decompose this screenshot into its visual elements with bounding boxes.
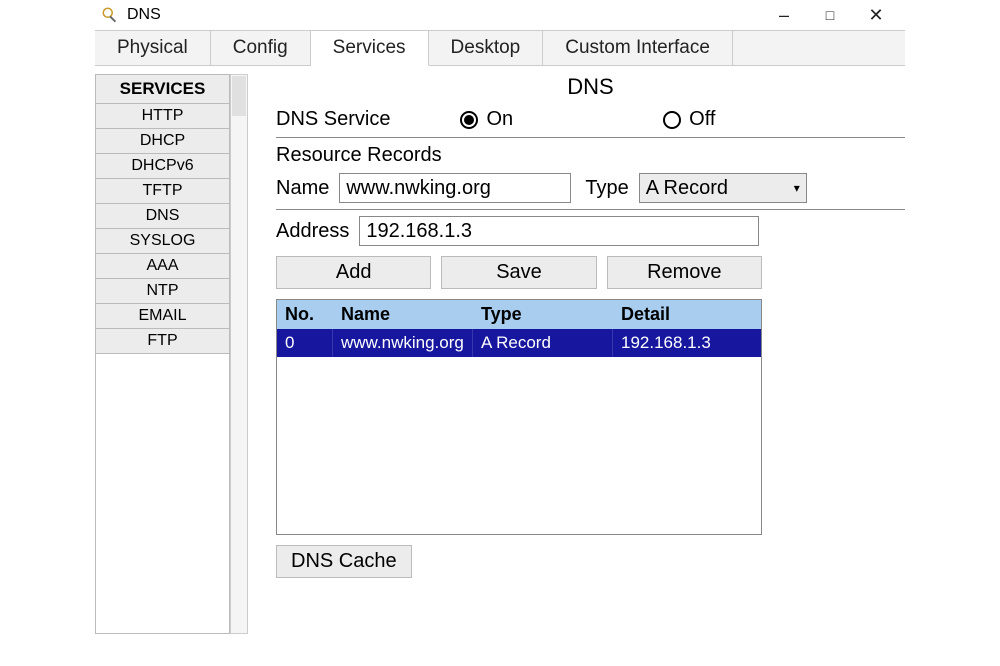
type-select-value: A Record [646,177,728,200]
radio-on[interactable]: On [460,108,513,131]
type-label: Type [585,177,628,200]
radio-on-dot [460,111,478,129]
maximize-button[interactable]: □ [807,0,853,30]
radio-off[interactable]: Off [663,108,715,131]
name-label: Name [276,177,329,200]
tab-physical[interactable]: Physical [95,31,211,65]
sidebar-item-aaa[interactable]: AAA [96,254,229,279]
add-button[interactable]: Add [276,256,431,289]
name-input[interactable] [339,173,571,203]
sidebar-scrollbar[interactable] [230,74,248,634]
sidebar-item-ntp[interactable]: NTP [96,279,229,304]
sidebar-item-http[interactable]: HTTP [96,104,229,129]
col-header-type[interactable]: Type [473,300,613,329]
col-header-detail[interactable]: Detail [613,300,761,329]
sidebar-item-dns[interactable]: DNS [96,204,229,229]
sidebar-item-dhcp[interactable]: DHCP [96,129,229,154]
radio-on-label: On [486,108,513,131]
radio-off-label: Off [689,108,715,131]
scrollbar-thumb[interactable] [232,76,246,116]
window-title: DNS [127,6,161,24]
minimize-button[interactable]: – [761,0,807,30]
services-list: SERVICES HTTP DHCP DHCPv6 TFTP DNS SYSLO… [95,74,230,634]
sidebar-item-email[interactable]: EMAIL [96,304,229,329]
sidebar-item-syslog[interactable]: SYSLOG [96,229,229,254]
app-icon [101,6,119,24]
radio-off-dot [663,111,681,129]
sidebar-item-tftp[interactable]: TFTP [96,179,229,204]
records-table: No. Name Type Detail 0 www.nwking.org A … [276,299,762,535]
tab-bar: Physical Config Services Desktop Custom … [95,30,905,66]
tab-config[interactable]: Config [211,31,311,65]
sidebar-item-dhcpv6[interactable]: DHCPv6 [96,154,229,179]
titlebar: DNS – □ ✕ [95,0,905,30]
save-button[interactable]: Save [441,256,596,289]
cell-detail: 192.168.1.3 [613,329,761,357]
remove-button[interactable]: Remove [607,256,762,289]
col-header-no[interactable]: No. [277,300,333,329]
cell-no: 0 [277,329,333,357]
resource-records-label: Resource Records [276,144,905,167]
tab-services[interactable]: Services [311,31,429,66]
table-row[interactable]: 0 www.nwking.org A Record 192.168.1.3 [277,329,761,357]
panel-title: DNS [276,74,905,100]
address-label: Address [276,220,349,243]
cell-name: www.nwking.org [333,329,473,357]
address-input[interactable] [359,216,759,246]
dns-service-label: DNS Service [276,108,390,131]
close-button[interactable]: ✕ [853,0,899,30]
type-select[interactable]: A Record ▾ [639,173,807,203]
services-header: SERVICES [96,75,229,104]
sidebar-item-ftp[interactable]: FTP [96,329,229,354]
tab-custom-interface[interactable]: Custom Interface [543,31,733,65]
chevron-down-icon: ▾ [794,181,800,195]
col-header-name[interactable]: Name [333,300,473,329]
table-header: No. Name Type Detail [277,300,761,329]
dns-cache-button[interactable]: DNS Cache [276,545,412,578]
cell-type: A Record [473,329,613,357]
tab-desktop[interactable]: Desktop [429,31,544,65]
